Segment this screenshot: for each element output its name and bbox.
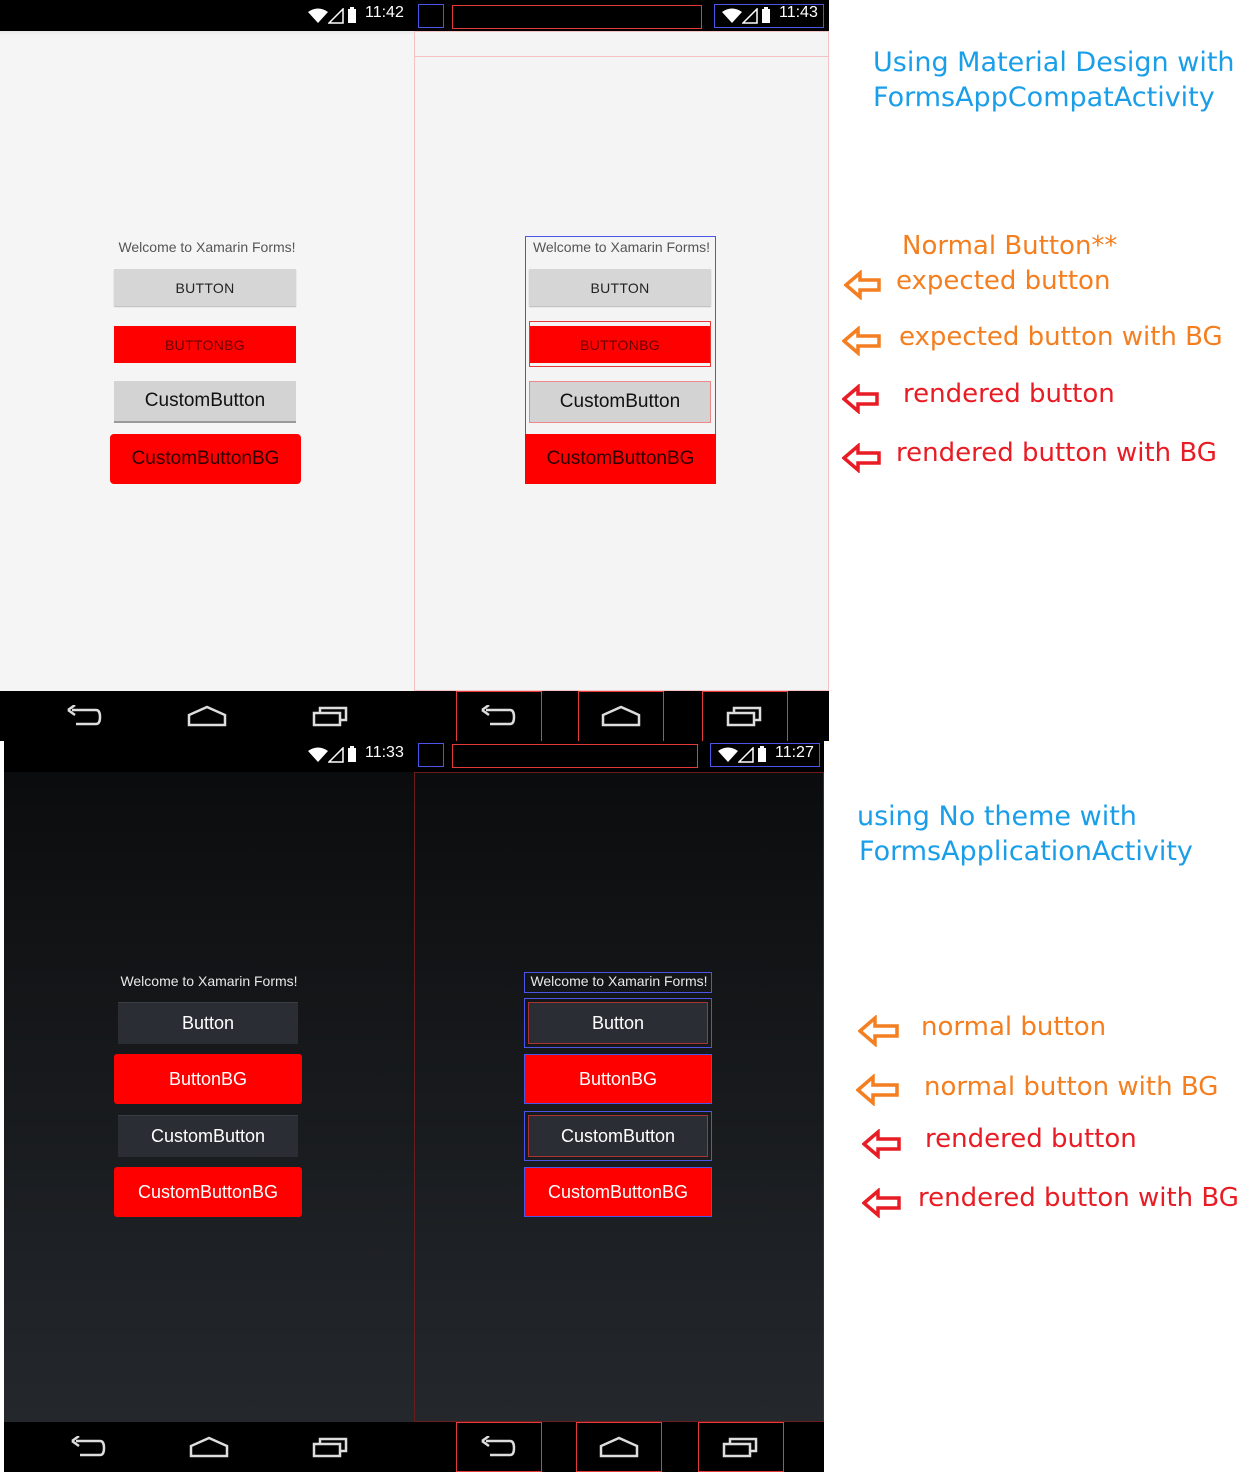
- button[interactable]: BUTTON: [529, 269, 711, 306]
- subheading-normal-button: Normal Button**: [902, 231, 1118, 261]
- status-clock: 11:33: [365, 744, 404, 761]
- custom-button[interactable]: CustomButton: [118, 1115, 298, 1157]
- signal-icon: [328, 8, 344, 24]
- app-content: Welcome to Xamarin Forms! Button ButtonB…: [414, 772, 824, 1422]
- button-bg[interactable]: ButtonBG: [114, 1054, 302, 1104]
- label-normal-button: normal button: [921, 1012, 1107, 1042]
- battery-icon: [348, 7, 356, 23]
- wifi-icon: [308, 8, 328, 23]
- app-content: Welcome to Xamarin Forms! BUTTON BUTTONB…: [414, 31, 829, 691]
- welcome-label: Welcome to Xamarin Forms!: [118, 239, 296, 255]
- signal-icon: [328, 747, 344, 763]
- custom-button-bg[interactable]: CustomButtonBG: [525, 434, 716, 484]
- heading-material-line2: FormsAppCompatActivity: [873, 82, 1215, 113]
- button[interactable]: Button: [528, 1002, 708, 1044]
- recents-icon[interactable]: [312, 705, 350, 727]
- status-bar: 11:43: [414, 0, 829, 31]
- button-bg[interactable]: ButtonBG: [524, 1054, 712, 1104]
- navigation-bar: [414, 1422, 824, 1472]
- phone-screen-no-theme: 11:33 Welcome to Xamarin Forms! Button B…: [4, 741, 414, 1472]
- signal-icon: [738, 747, 754, 763]
- status-bar: 11:42: [0, 0, 414, 31]
- heading-no-theme-line2: FormsApplicationActivity: [859, 836, 1193, 867]
- phone-screen-material-bounds: 11:43 Welcome to Xamarin Forms! BUTTON B…: [414, 0, 829, 741]
- left-arrow-icon: [856, 1074, 899, 1106]
- button-bg[interactable]: BUTTONBG: [529, 326, 711, 363]
- custom-button-bg[interactable]: CustomButtonBG: [114, 1167, 302, 1217]
- label-rendered-button-2: rendered button: [925, 1124, 1137, 1154]
- home-icon[interactable]: [189, 1436, 229, 1458]
- welcome-label: Welcome to Xamarin Forms!: [530, 973, 708, 989]
- recents-icon[interactable]: [726, 705, 764, 727]
- battery-icon: [348, 746, 356, 762]
- signal-icon: [742, 8, 758, 24]
- welcome-label: Welcome to Xamarin Forms!: [120, 973, 298, 989]
- battery-icon: [762, 7, 770, 23]
- left-arrow-icon: [844, 270, 881, 300]
- wifi-icon: [308, 747, 328, 762]
- custom-button[interactable]: CustomButton: [529, 381, 711, 423]
- welcome-label: Welcome to Xamarin Forms!: [532, 239, 711, 255]
- label-expected-button: expected button: [896, 266, 1111, 296]
- phone-screen-material: 11:42 Welcome to Xamarin Forms! BUTTON B…: [0, 0, 414, 741]
- custom-button[interactable]: CustomButton: [528, 1115, 708, 1157]
- button[interactable]: BUTTON: [114, 269, 296, 306]
- back-icon[interactable]: [480, 705, 516, 729]
- button-bg[interactable]: BUTTONBG: [114, 326, 296, 363]
- home-icon[interactable]: [599, 1436, 639, 1458]
- phone-screen-no-theme-bounds: 11:27 Welcome to Xamarin Forms! Button B…: [414, 741, 824, 1472]
- home-icon[interactable]: [601, 705, 641, 727]
- button[interactable]: Button: [118, 1002, 298, 1044]
- back-icon[interactable]: [70, 1436, 106, 1460]
- status-clock: 11:27: [775, 744, 814, 761]
- custom-button-bg[interactable]: CustomButtonBG: [524, 1167, 712, 1217]
- left-arrow-icon: [858, 1015, 899, 1047]
- recents-icon[interactable]: [312, 1436, 350, 1458]
- wifi-icon: [722, 8, 742, 23]
- custom-button[interactable]: CustomButton: [114, 381, 296, 423]
- label-rendered-button-bg: rendered button with BG: [896, 438, 1217, 468]
- navigation-bar: [4, 1422, 414, 1472]
- navigation-bar: [414, 691, 829, 741]
- status-bar: 11:27: [414, 741, 824, 772]
- battery-icon: [758, 746, 766, 762]
- left-arrow-icon: [842, 443, 881, 473]
- left-arrow-icon: [862, 1188, 901, 1218]
- recents-icon[interactable]: [722, 1436, 760, 1458]
- left-arrow-icon: [862, 1129, 901, 1159]
- home-icon[interactable]: [187, 705, 227, 727]
- wifi-icon: [718, 747, 738, 762]
- status-bar: 11:33: [4, 741, 414, 772]
- back-icon[interactable]: [480, 1436, 516, 1460]
- label-normal-button-bg: normal button with BG: [924, 1072, 1219, 1102]
- back-icon[interactable]: [66, 705, 102, 729]
- navigation-bar: [0, 691, 414, 741]
- app-content: Welcome to Xamarin Forms! BUTTON BUTTONB…: [0, 31, 414, 691]
- left-arrow-icon: [842, 384, 879, 414]
- label-expected-button-bg: expected button with BG: [899, 322, 1223, 352]
- heading-no-theme-line1: using No theme with: [857, 801, 1137, 832]
- label-rendered-button-bg-2: rendered button with BG: [918, 1183, 1239, 1213]
- app-content: Welcome to Xamarin Forms! Button ButtonB…: [4, 772, 414, 1422]
- status-clock: 11:43: [779, 4, 818, 21]
- left-arrow-icon: [842, 326, 881, 356]
- heading-material-line1: Using Material Design with: [873, 47, 1235, 78]
- label-rendered-button: rendered button: [903, 379, 1115, 409]
- custom-button-bg[interactable]: CustomButtonBG: [110, 434, 301, 484]
- status-clock: 11:42: [365, 4, 404, 21]
